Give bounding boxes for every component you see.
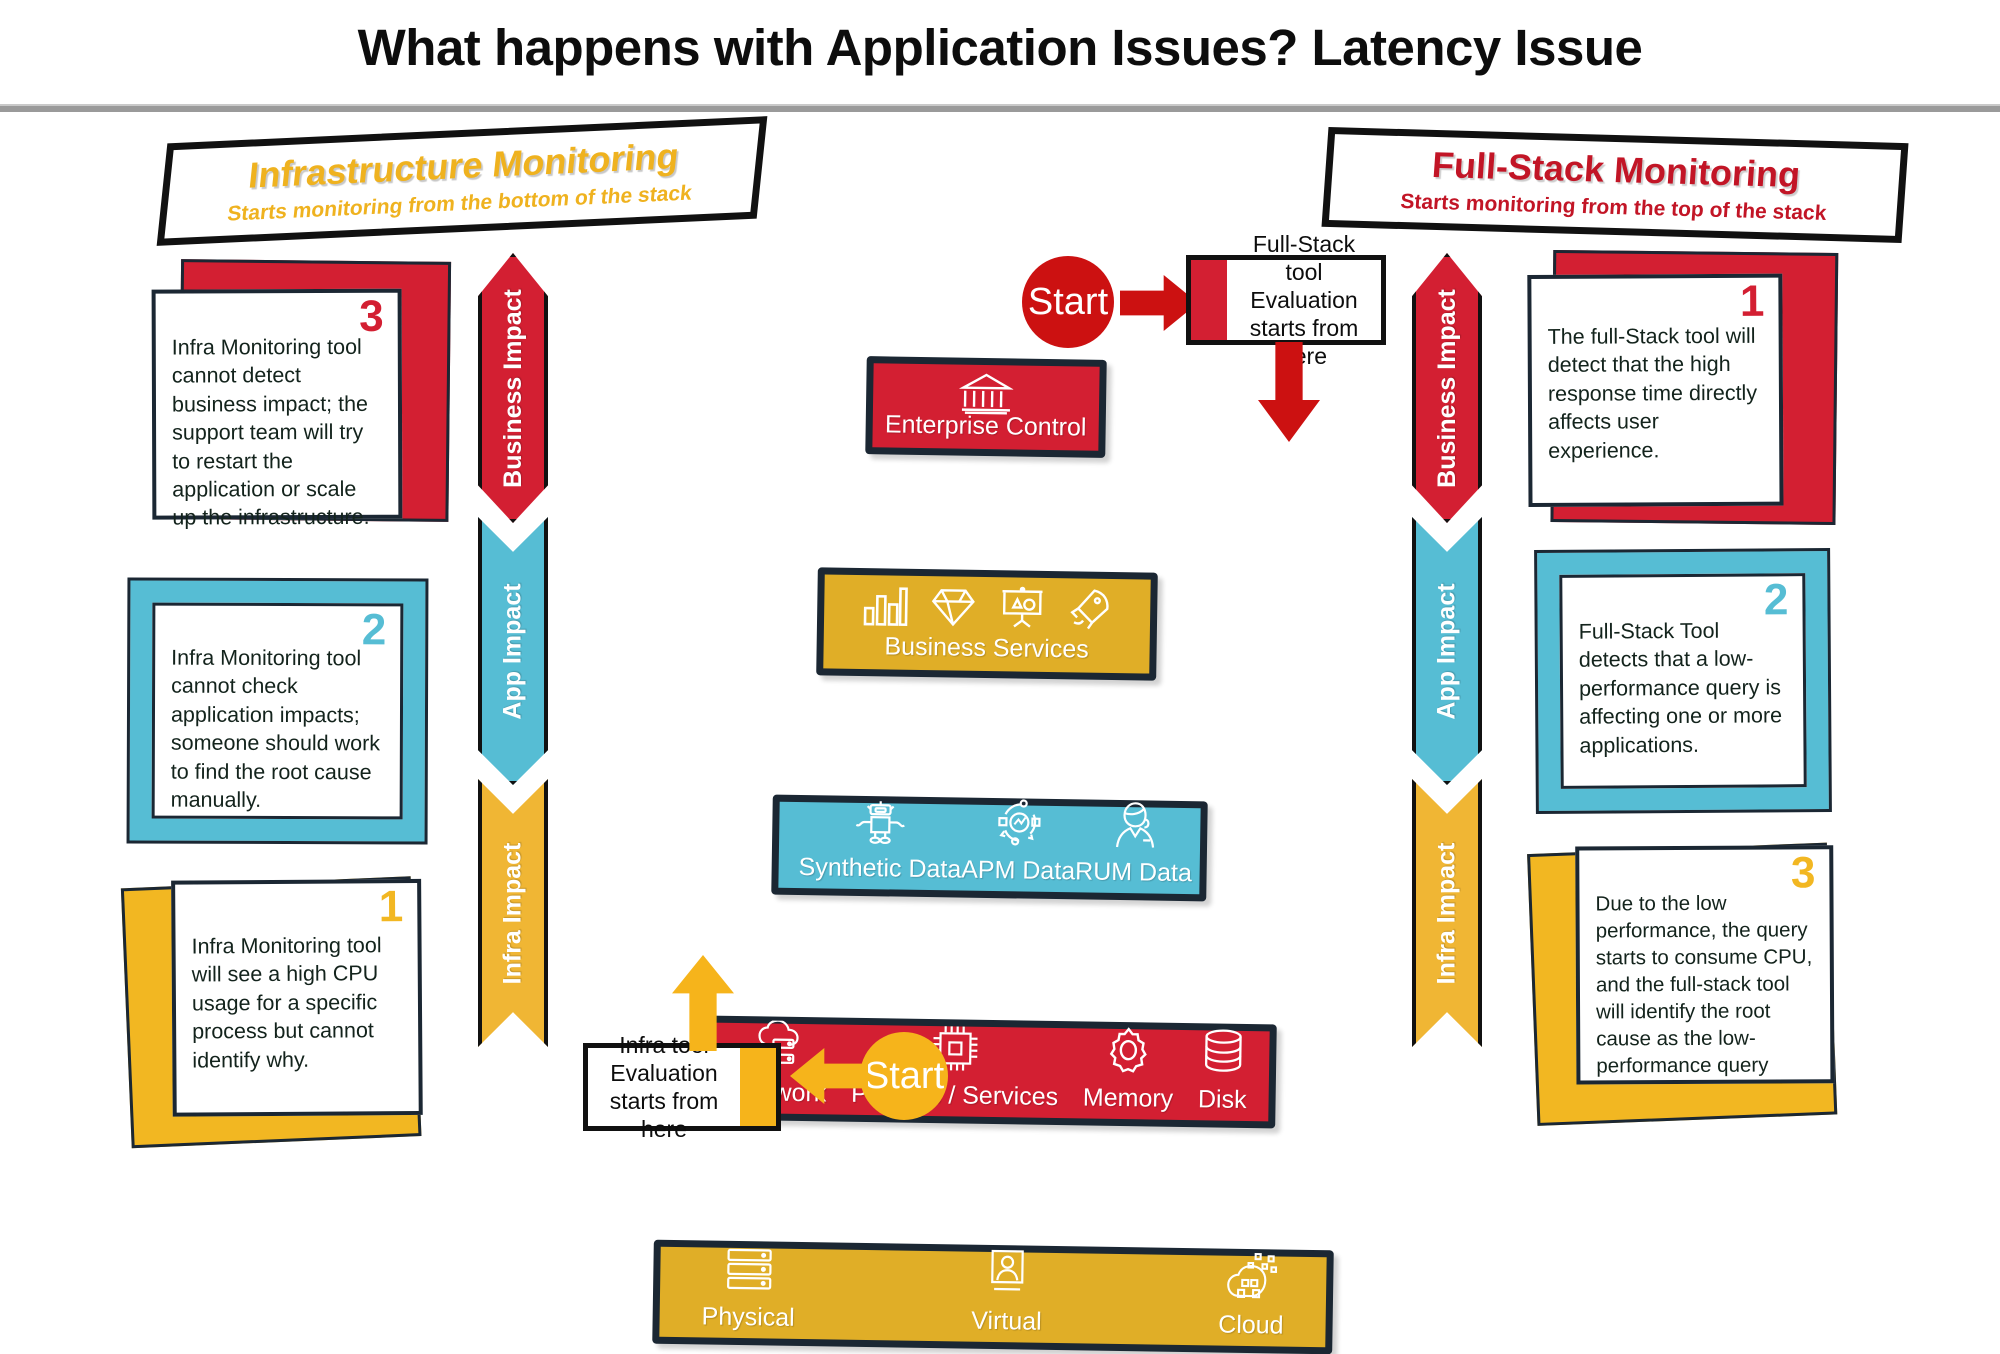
impact-label-app-right: App Impact [1432, 582, 1461, 720]
callout-top-line3: starts from here [1249, 315, 1359, 370]
card-right-1-text: The full-Stack tool will detect that the… [1547, 323, 1758, 463]
impact-segment-business-right: Business Impact [1412, 253, 1482, 523]
callout-bottom-text: Infra tool Evaluation starts from here [588, 1032, 740, 1142]
card-right-1-number: 1 [1739, 276, 1765, 326]
slide-canvas: What happens with Application Issues? La… [0, 0, 2000, 1354]
card-left-2-number: 2 [361, 605, 387, 655]
user-frame-icon [983, 1242, 1032, 1305]
pyramid-label-memory: Memory [1082, 1083, 1174, 1113]
impact-label-infra-right: Infra Impact [1432, 842, 1461, 984]
page-title: What happens with Application Issues? La… [357, 19, 1643, 76]
impact-bar-right: Business Impact App Impact Infra Impact [1412, 253, 1482, 1047]
card-left-2: 2 Infra Monitoring tool cannot check app… [126, 577, 429, 845]
database-icon [1200, 1020, 1247, 1083]
pyramid-cell-rum-data: RUM Data [1075, 792, 1193, 888]
pyramid-cell-synthetic-data: Synthetic Data [798, 788, 962, 885]
card-left-1-number: 1 [378, 882, 404, 932]
card-left-2-front: 2 Infra Monitoring tool cannot check app… [151, 602, 404, 820]
card-right-3: 3 Due to the low performance, the query … [1527, 835, 1851, 1126]
callout-top-line1: Full-Stack tool [1252, 230, 1356, 285]
card-left-3-text: Infra Monitoring tool cannot detect busi… [171, 334, 370, 530]
callout-bottom-accent-bar [740, 1048, 776, 1126]
card-left-1: 1 Infra Monitoring tool will see a high … [120, 869, 432, 1149]
pyramid-label-physical: Physical [701, 1302, 795, 1332]
pyramid-row-observability-data: Synthetic Data APM Data RUM Data [771, 792, 1208, 902]
banner-right-title: Full-Stack Monitoring [1430, 143, 1802, 196]
card-right-1-front: 1 The full-Stack tool will detect that t… [1527, 273, 1784, 507]
presentation-icon [999, 585, 1046, 635]
pyramid-label-virtual: Virtual [971, 1306, 1042, 1336]
callout-top-accent-bar [1191, 260, 1227, 340]
card-left-2-text: Infra Monitoring tool cannot check appli… [170, 645, 381, 812]
pyramid-cell-disk: Disk [1198, 1020, 1248, 1115]
impact-segment-app-right: App Impact [1412, 517, 1482, 785]
impact-segment-business-left: Business Impact [478, 253, 548, 523]
start-badge-top-label: Start [1027, 280, 1109, 323]
pyramid-cell-memory: Memory [1083, 1018, 1175, 1113]
callout-infra-evaluation: Infra tool Evaluation starts from here [583, 1032, 781, 1142]
card-right-2-text: Full-Stack Tool detects that a low-perfo… [1578, 618, 1783, 758]
rocket-icon [1068, 586, 1113, 636]
card-right-2-number: 2 [1763, 575, 1789, 625]
impact-segment-app-left: App Impact [478, 517, 548, 785]
pyramid-label-synthetic-data: Synthetic Data [798, 853, 962, 884]
impact-label-infra-left: Infra Impact [498, 842, 527, 984]
card-left-3: 3 Infra Monitoring tool cannot detect bu… [150, 259, 452, 538]
pyramid-label-cloud: Cloud [1218, 1310, 1284, 1340]
apm-cycle-icon [991, 791, 1046, 854]
card-right-1: 1 The full-Stack tool will detect that t… [1525, 250, 1839, 533]
banner-infrastructure-monitoring: Infrastructure Monitoring Starts monitor… [156, 116, 768, 246]
card-right-3-number: 3 [1790, 848, 1816, 898]
card-left-1-front: 1 Infra Monitoring tool will see a high … [171, 878, 423, 1117]
card-right-3-text: Due to the low performance, the query st… [1595, 891, 1813, 1078]
callout-top-line2: Evaluation [1250, 286, 1358, 313]
pyramid-row-platform: Physical Virtual Cloud [652, 1237, 1334, 1354]
pyramid-caption-business-services: Business Services [884, 632, 1089, 664]
start-badge-bottom[interactable]: Start [860, 1032, 948, 1120]
pyramid-cell-apm-data: APM Data [961, 791, 1076, 887]
pyramid-cell-cloud: Cloud [1218, 1246, 1285, 1341]
pyramid-row-business-services: Business Services [816, 567, 1158, 681]
server-rack-icon [722, 1238, 775, 1301]
banner-full-stack-monitoring: Full-Stack Monitoring Starts monitoring … [1321, 126, 1909, 244]
card-right-3-front: 3 Due to the low performance, the query … [1575, 845, 1835, 1085]
pyramid-cell-virtual: Virtual [971, 1242, 1043, 1337]
impact-segment-infra-right: Infra Impact [1412, 779, 1482, 1047]
pyramid-row-infrastructure-components: Network Process / Services [705, 1015, 1277, 1129]
support-agent-icon [1109, 793, 1160, 856]
diamond-icon [931, 584, 976, 634]
cloud-nodes-icon [1224, 1246, 1279, 1309]
impact-label-business-right: Business Impact [1432, 288, 1461, 488]
pyramid-label-rum-data: RUM Data [1074, 857, 1193, 888]
pyramid-label-apm-data: APM Data [961, 855, 1076, 886]
impact-segment-infra-left: Infra Impact [478, 779, 548, 1047]
pyramid-caption-enterprise-control: Enterprise Control [884, 410, 1087, 442]
bar-chart-icon [862, 583, 909, 633]
callout-bottom-line3: starts from here [609, 1088, 719, 1143]
card-right-2-front: 2 Full-Stack Tool detects that a low-per… [1559, 573, 1807, 789]
pyramid-cell-physical: Physical [701, 1237, 796, 1332]
impact-label-business-left: Business Impact [498, 288, 527, 488]
card-left-3-front: 3 Infra Monitoring tool cannot detect bu… [151, 288, 403, 530]
start-badge-top[interactable]: Start [1022, 256, 1114, 348]
card-left-1-text: Infra Monitoring tool will see a high CP… [191, 933, 382, 1073]
callout-top-text: Full-Stack tool Evaluation starts from h… [1227, 231, 1381, 369]
impact-label-app-left: App Impact [498, 582, 527, 720]
callout-fullstack-evaluation: Full-Stack tool Evaluation starts from h… [1186, 231, 1386, 369]
title-divider [0, 104, 2000, 112]
callout-bottom-line2: Evaluation [610, 1059, 718, 1086]
card-left-3-number: 3 [359, 291, 384, 341]
gear-icon [1103, 1019, 1154, 1082]
robot-icon [854, 789, 907, 852]
pyramid-label-disk: Disk [1197, 1085, 1247, 1115]
impact-bar-left: Business Impact App Impact Infra Impact [478, 253, 548, 1047]
start-badge-bottom-label: Start [863, 1054, 945, 1097]
card-right-2: 2 Full-Stack Tool detects that a low-per… [1534, 547, 1832, 815]
pyramid-row-enterprise-control: Enterprise Control [865, 356, 1107, 458]
